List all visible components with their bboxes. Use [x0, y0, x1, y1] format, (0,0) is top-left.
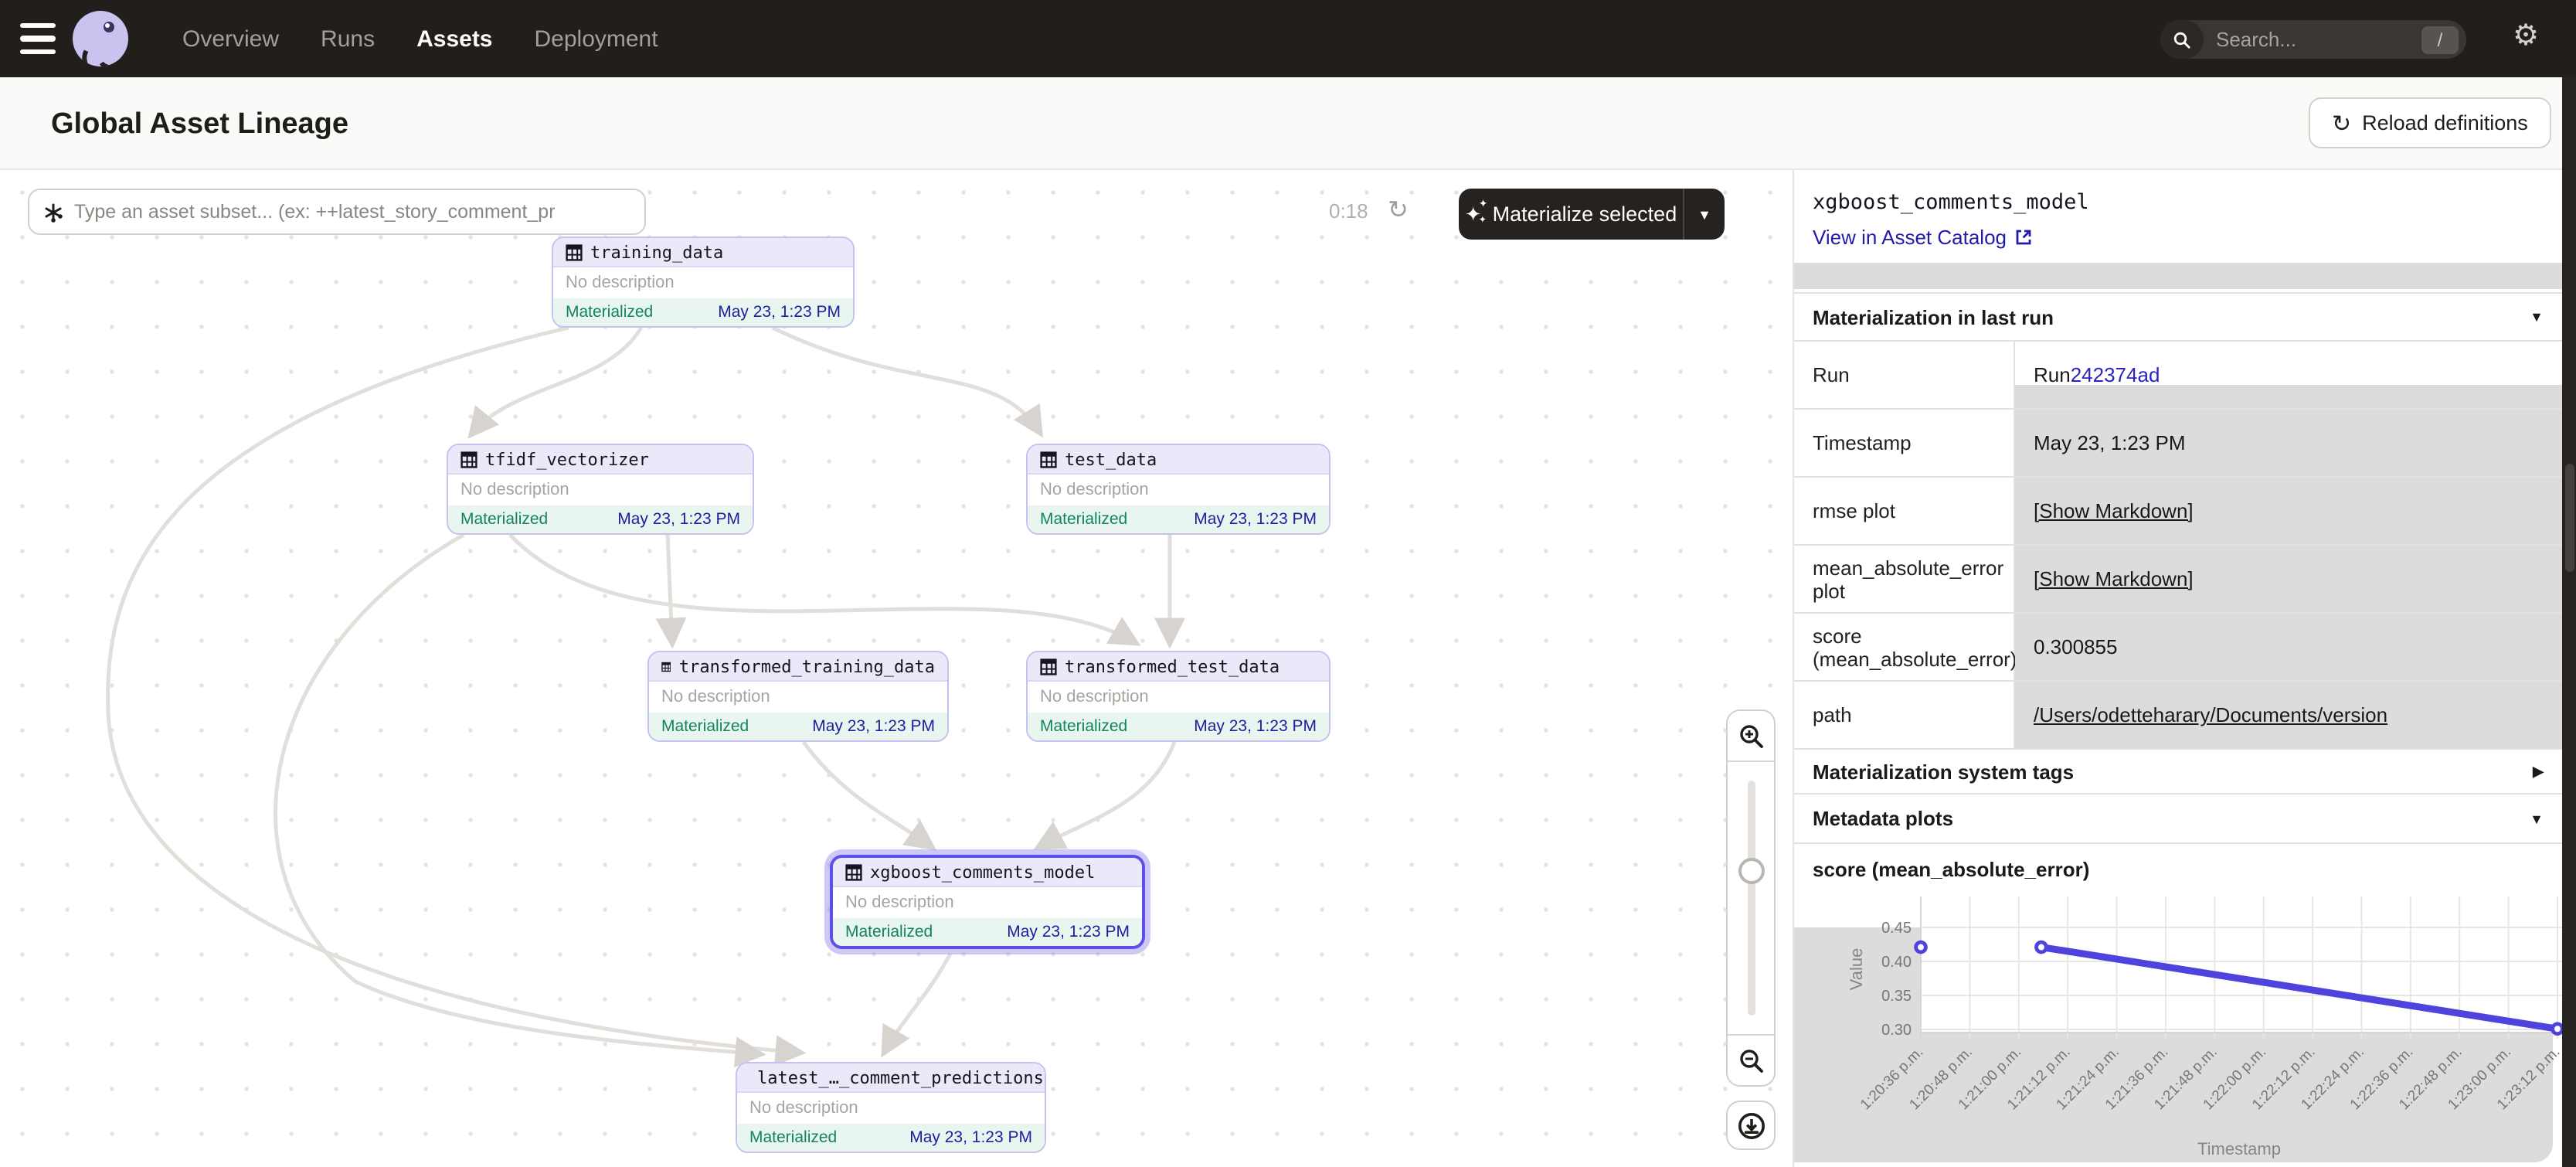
- section-materialization-in-last-run[interactable]: Materialization in last run ▼: [1794, 292, 2562, 340]
- app-window: Overview Runs Assets Deployment Search..…: [0, 0, 2576, 1167]
- show-markdown-link[interactable]: [Show Markdown]: [2034, 499, 2194, 522]
- reload-definitions-button[interactable]: ↻ Reload definitions: [2309, 97, 2551, 148]
- page-title: Global Asset Lineage: [51, 108, 348, 142]
- gear-icon[interactable]: ⚙: [2513, 19, 2539, 54]
- nav-tab-assets[interactable]: Assets: [416, 26, 492, 52]
- refresh-timer: 0:18: [1329, 199, 1368, 223]
- status-badge: Materialized: [566, 303, 653, 322]
- asset-node-tfidf-vectorizer[interactable]: tfidf_vectorizer No description Material…: [447, 444, 754, 535]
- table-icon: [845, 863, 862, 880]
- run-id-link[interactable]: 242374ad: [2071, 363, 2160, 386]
- sparkle-icon: ✦✦✦: [1465, 202, 1482, 226]
- materialization-time: May 23, 1:23 PM: [1194, 510, 1317, 529]
- status-badge: Materialized: [661, 717, 749, 736]
- asset-node-test-data[interactable]: test_data No description MaterializedMay…: [1026, 444, 1330, 535]
- top-nav: Overview Runs Assets Deployment Search..…: [0, 0, 2576, 77]
- chart-title: score (mean_absolute_error): [1813, 858, 2089, 881]
- materialization-time: May 23, 1:23 PM: [812, 717, 935, 736]
- graph-toolbar: Type an asset subset... (ex: ++latest_st…: [0, 189, 1793, 235]
- materialize-dropdown-caret[interactable]: ▼: [1684, 189, 1725, 240]
- table-row: rmse plot [Show Markdown]: [1794, 476, 2562, 544]
- asset-node-latest-comment-predictions[interactable]: latest_…_comment_predictions No descript…: [736, 1062, 1046, 1153]
- zoom-in-icon: [1738, 723, 1764, 749]
- table-row: score (mean_absolute_error) 0.300855: [1794, 612, 2562, 680]
- table-row: path /Users/odetteharary/Documents/versi…: [1794, 680, 2562, 748]
- window-scrollbar[interactable]: [2562, 77, 2576, 1167]
- table-icon: [1040, 451, 1057, 468]
- materialization-time: May 23, 1:23 PM: [1194, 717, 1317, 736]
- nav-tab-deployment[interactable]: Deployment: [535, 26, 658, 52]
- chevron-down-icon: ▼: [2530, 309, 2544, 325]
- chevron-right-icon: ▶: [2533, 763, 2544, 780]
- recenter-view-button[interactable]: [1726, 1101, 1776, 1150]
- panel-asset-title: xgboost_comments_model: [1813, 190, 2089, 215]
- svg-text:Value: Value: [1847, 948, 1866, 991]
- arrow-down-circle-icon: [1736, 1111, 1765, 1140]
- page-header: Global Asset Lineage ↻ Reload definition…: [0, 77, 2576, 170]
- refresh-icon: ↻: [2332, 109, 2351, 137]
- status-badge: Materialized: [460, 510, 548, 529]
- zoom-in-button[interactable]: [1728, 711, 1774, 762]
- status-badge: Materialized: [749, 1128, 837, 1147]
- search-shortcut-badge: /: [2421, 26, 2459, 53]
- materialization-time: May 23, 1:23 PM: [1007, 923, 1130, 941]
- score-line-chart: 0.300.350.400.451:20:36 p.m.1:20:48 p.m.…: [1794, 889, 2562, 1167]
- section-metadata-plots[interactable]: Metadata plots ▼: [1794, 794, 2562, 844]
- svg-text:0.45: 0.45: [1881, 920, 1912, 937]
- table-row: Timestamp May 23, 1:23 PM: [1794, 408, 2562, 476]
- view-in-asset-catalog-link[interactable]: View in Asset Catalog: [1813, 226, 2031, 249]
- show-markdown-link[interactable]: [Show Markdown]: [2034, 567, 2194, 590]
- zoom-out-icon: [1738, 1047, 1764, 1073]
- svg-text:0.35: 0.35: [1881, 988, 1912, 1005]
- asset-node-training-data[interactable]: training_data No description Materialize…: [552, 236, 855, 328]
- zoom-slider[interactable]: [1728, 762, 1774, 1034]
- materialization-time: May 23, 1:23 PM: [617, 510, 740, 529]
- nav-tab-runs[interactable]: Runs: [321, 26, 375, 52]
- status-badge: Materialized: [1040, 717, 1127, 736]
- path-link[interactable]: /Users/odetteharary/Documents/version: [2034, 703, 2387, 726]
- asset-node-transformed-test-data[interactable]: transformed_test_data No description Mat…: [1026, 651, 1330, 742]
- graph-refresh-icon[interactable]: ↻: [1388, 195, 1409, 226]
- status-badge: Materialized: [1040, 510, 1127, 529]
- table-row: Run Run 242374ad: [1794, 340, 2562, 408]
- chevron-down-icon: ▼: [2530, 811, 2544, 826]
- table-icon: [460, 451, 477, 468]
- hamburger-menu-icon[interactable]: [20, 23, 56, 54]
- nav-tabs: Overview Runs Assets Deployment: [182, 0, 658, 77]
- table-icon: [1040, 658, 1057, 675]
- external-link-icon: [2014, 229, 2031, 246]
- asset-subset-input[interactable]: Type an asset subset... (ex: ++latest_st…: [28, 189, 646, 235]
- asset-selector-icon: [43, 202, 63, 222]
- search-icon: [2160, 20, 2204, 59]
- materialize-selected-button[interactable]: ✦✦✦ Materialize selected ▼: [1459, 189, 1725, 240]
- search-placeholder: Search...: [2216, 28, 2421, 51]
- materialization-time: May 23, 1:23 PM: [718, 303, 841, 322]
- asset-subset-placeholder: Type an asset subset... (ex: ++latest_st…: [74, 201, 556, 223]
- asset-details-panel: xgboost_comments_model View in Asset Cat…: [1794, 170, 2562, 1167]
- dagster-logo-icon[interactable]: [73, 11, 128, 66]
- materialization-time: May 23, 1:23 PM: [909, 1128, 1032, 1147]
- section-materialization-system-tags[interactable]: Materialization system tags ▶: [1794, 748, 2562, 794]
- zoom-controls: [1726, 709, 1776, 1087]
- nav-tab-overview[interactable]: Overview: [182, 26, 279, 52]
- scrollbar-thumb[interactable]: [2564, 464, 2574, 572]
- table-icon: [661, 658, 671, 675]
- zoom-slider-thumb[interactable]: [1738, 858, 1765, 884]
- asset-node-xgboost-comments-model[interactable]: xgboost_comments_model No description Ma…: [830, 855, 1145, 949]
- svg-text:0.30: 0.30: [1881, 1022, 1912, 1039]
- table-icon: [566, 243, 583, 260]
- table-row: mean_absolute_error plot [Show Markdown]: [1794, 544, 2562, 612]
- asset-node-transformed-training-data[interactable]: transformed_training_data No description…: [647, 651, 949, 742]
- global-search-input[interactable]: Search... /: [2160, 20, 2466, 59]
- metadata-table: Run Run 242374ad Timestamp May 23, 1:23 …: [1794, 340, 2562, 748]
- asset-lineage-graph[interactable]: Type an asset subset... (ex: ++latest_st…: [0, 170, 1793, 1167]
- status-badge: Materialized: [845, 923, 933, 941]
- svg-text:Timestamp: Timestamp: [2197, 1139, 2281, 1158]
- loading-bar: [1794, 263, 2562, 289]
- zoom-out-button[interactable]: [1728, 1034, 1774, 1085]
- svg-text:0.40: 0.40: [1881, 954, 1912, 971]
